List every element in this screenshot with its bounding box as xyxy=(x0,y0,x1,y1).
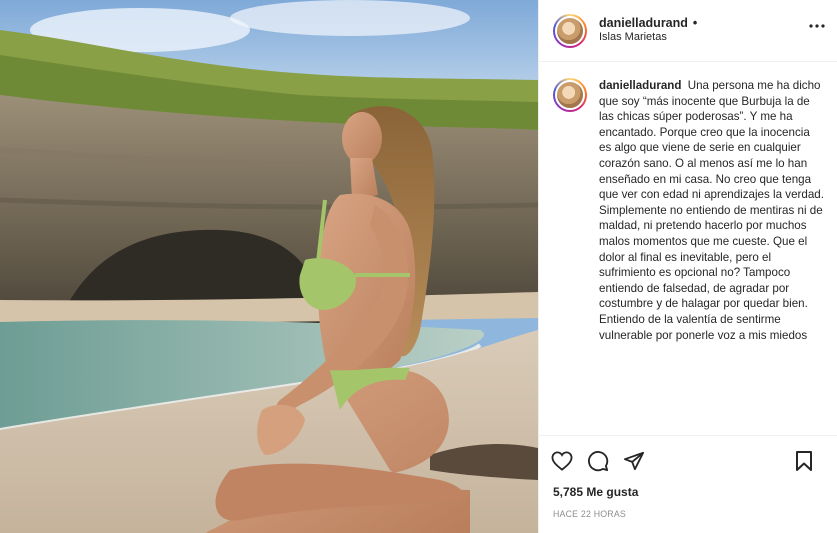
header-line: danielladurand • xyxy=(599,16,697,32)
header-text: danielladurand • Islas Marietas xyxy=(599,16,697,45)
instagram-post: danielladurand • Islas Marietas daniella… xyxy=(0,0,837,533)
comment-icon[interactable] xyxy=(585,448,611,474)
location-link[interactable]: Islas Marietas xyxy=(599,31,697,45)
caption: danielladurand Una persona me ha dicho q… xyxy=(599,78,825,435)
action-bar xyxy=(539,435,837,485)
separator-dot: • xyxy=(692,15,698,30)
post-photo[interactable] xyxy=(0,0,538,533)
caption-avatar[interactable] xyxy=(553,78,587,112)
caption-username-link[interactable]: danielladurand xyxy=(599,79,681,92)
caption-text: Una persona me ha dicho que soy “más ino… xyxy=(599,79,824,342)
avatar[interactable] xyxy=(553,13,587,48)
post-timestamp[interactable]: HACE 22 HORAS xyxy=(539,503,837,533)
username-link[interactable]: danielladurand xyxy=(599,16,688,32)
bookmark-icon[interactable] xyxy=(791,448,817,474)
heart-icon[interactable] xyxy=(549,448,575,474)
post-header: danielladurand • Islas Marietas xyxy=(539,0,837,62)
caption-area: danielladurand Una persona me ha dicho q… xyxy=(539,62,837,435)
more-horizontal-icon[interactable] xyxy=(807,16,827,36)
beach-photo-illustration xyxy=(0,0,538,533)
likes-count[interactable]: 5,785 Me gusta xyxy=(539,485,837,503)
post-side-panel: danielladurand • Islas Marietas daniella… xyxy=(538,0,837,533)
paper-plane-icon[interactable] xyxy=(621,448,647,474)
